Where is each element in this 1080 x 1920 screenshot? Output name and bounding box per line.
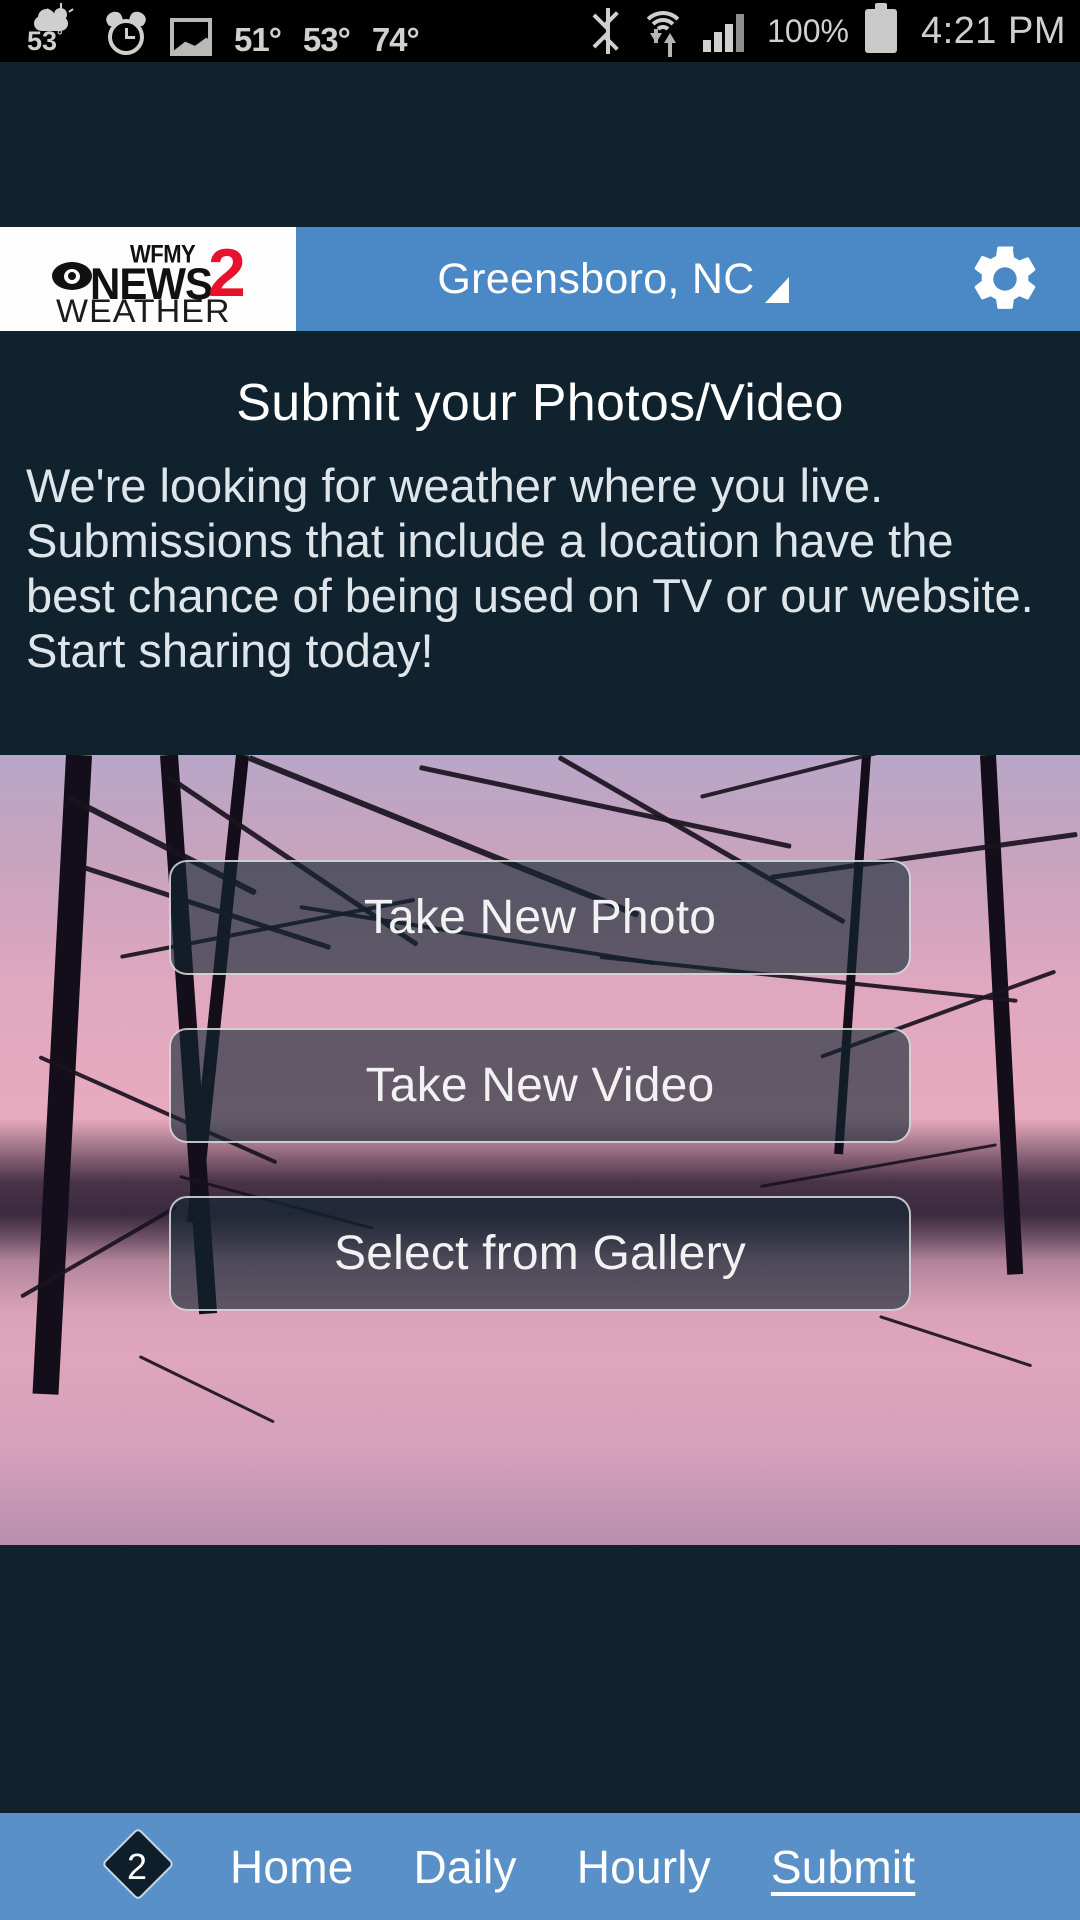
picture-icon [170, 18, 212, 56]
battery-percent: 100% [767, 12, 849, 49]
cell-signal-icon [703, 10, 751, 52]
nav-item-submit[interactable]: Submit [741, 1840, 945, 1894]
settings-button[interactable] [930, 227, 1080, 331]
select-from-gallery-button[interactable]: Select from Gallery [169, 1196, 911, 1311]
lower-background [0, 1545, 1080, 1813]
status-bar-right: 100% 4:21 PM [592, 3, 1066, 57]
take-new-video-button[interactable]: Take New Video [169, 1028, 911, 1143]
logo-weather-text: WEATHER [56, 293, 231, 329]
location-label: Greensboro, NC [437, 254, 755, 303]
select-from-gallery-label: Select from Gallery [334, 1227, 746, 1280]
status-temp-3: 74° [371, 21, 420, 58]
app-screen: 53° 51° 53° 74° 100% 4:21 PM WFMY NEWS 2… [0, 0, 1080, 1920]
news2-diamond-icon[interactable]: 2 [101, 1822, 175, 1912]
cbs-eye-icon [52, 262, 92, 290]
intro-section: Submit your Photos/Video We're looking f… [0, 331, 1080, 755]
nav-item-home[interactable]: Home [200, 1840, 384, 1894]
bluetooth-icon [592, 8, 623, 54]
status-clock: 4:21 PM [920, 9, 1066, 52]
status-bar-left: 53° 51° 53° 74° [26, 3, 420, 58]
app-header: WFMY NEWS 2 WEATHER Greensboro, NC [0, 227, 1080, 331]
take-new-photo-button[interactable]: Take New Photo [169, 860, 911, 975]
page-title: Submit your Photos/Video [236, 374, 844, 432]
status-temp-1: 51° [234, 21, 282, 58]
nav-item-hourly[interactable]: Hourly [547, 1840, 741, 1894]
status-weather-temp: 53 [27, 26, 58, 56]
status-temp-2: 53° [302, 21, 351, 58]
status-bar: 53° 51° 53° 74° 100% 4:21 PM [0, 0, 1080, 62]
dropdown-caret-icon [764, 277, 789, 303]
station-logo[interactable]: WFMY NEWS 2 WEATHER [0, 227, 296, 331]
partly-cloudy-icon: 53° [26, 3, 82, 56]
photo-background: Take New Photo Take New Video Select fro… [0, 755, 1080, 1545]
location-selector[interactable]: Greensboro, NC [296, 227, 930, 331]
intro-body-text: We're looking for weather where you live… [26, 459, 1034, 677]
bottom-navigation: 2 Home Daily Hourly Submit [0, 1813, 1080, 1920]
degree-symbol: ° [57, 27, 63, 43]
take-new-video-label: Take New Video [365, 1059, 715, 1112]
battery-full-icon [864, 3, 897, 53]
gear-icon [974, 246, 1036, 309]
nav-item-daily[interactable]: Daily [384, 1840, 547, 1894]
take-new-photo-label: Take New Photo [363, 891, 717, 944]
alarm-clock-icon [104, 9, 148, 56]
action-buttons: Take New Photo Take New Video Select fro… [0, 755, 1080, 1545]
header-spacer [0, 62, 1080, 227]
wifi-icon [639, 9, 687, 57]
nav-logo-number: 2 [126, 1845, 148, 1887]
